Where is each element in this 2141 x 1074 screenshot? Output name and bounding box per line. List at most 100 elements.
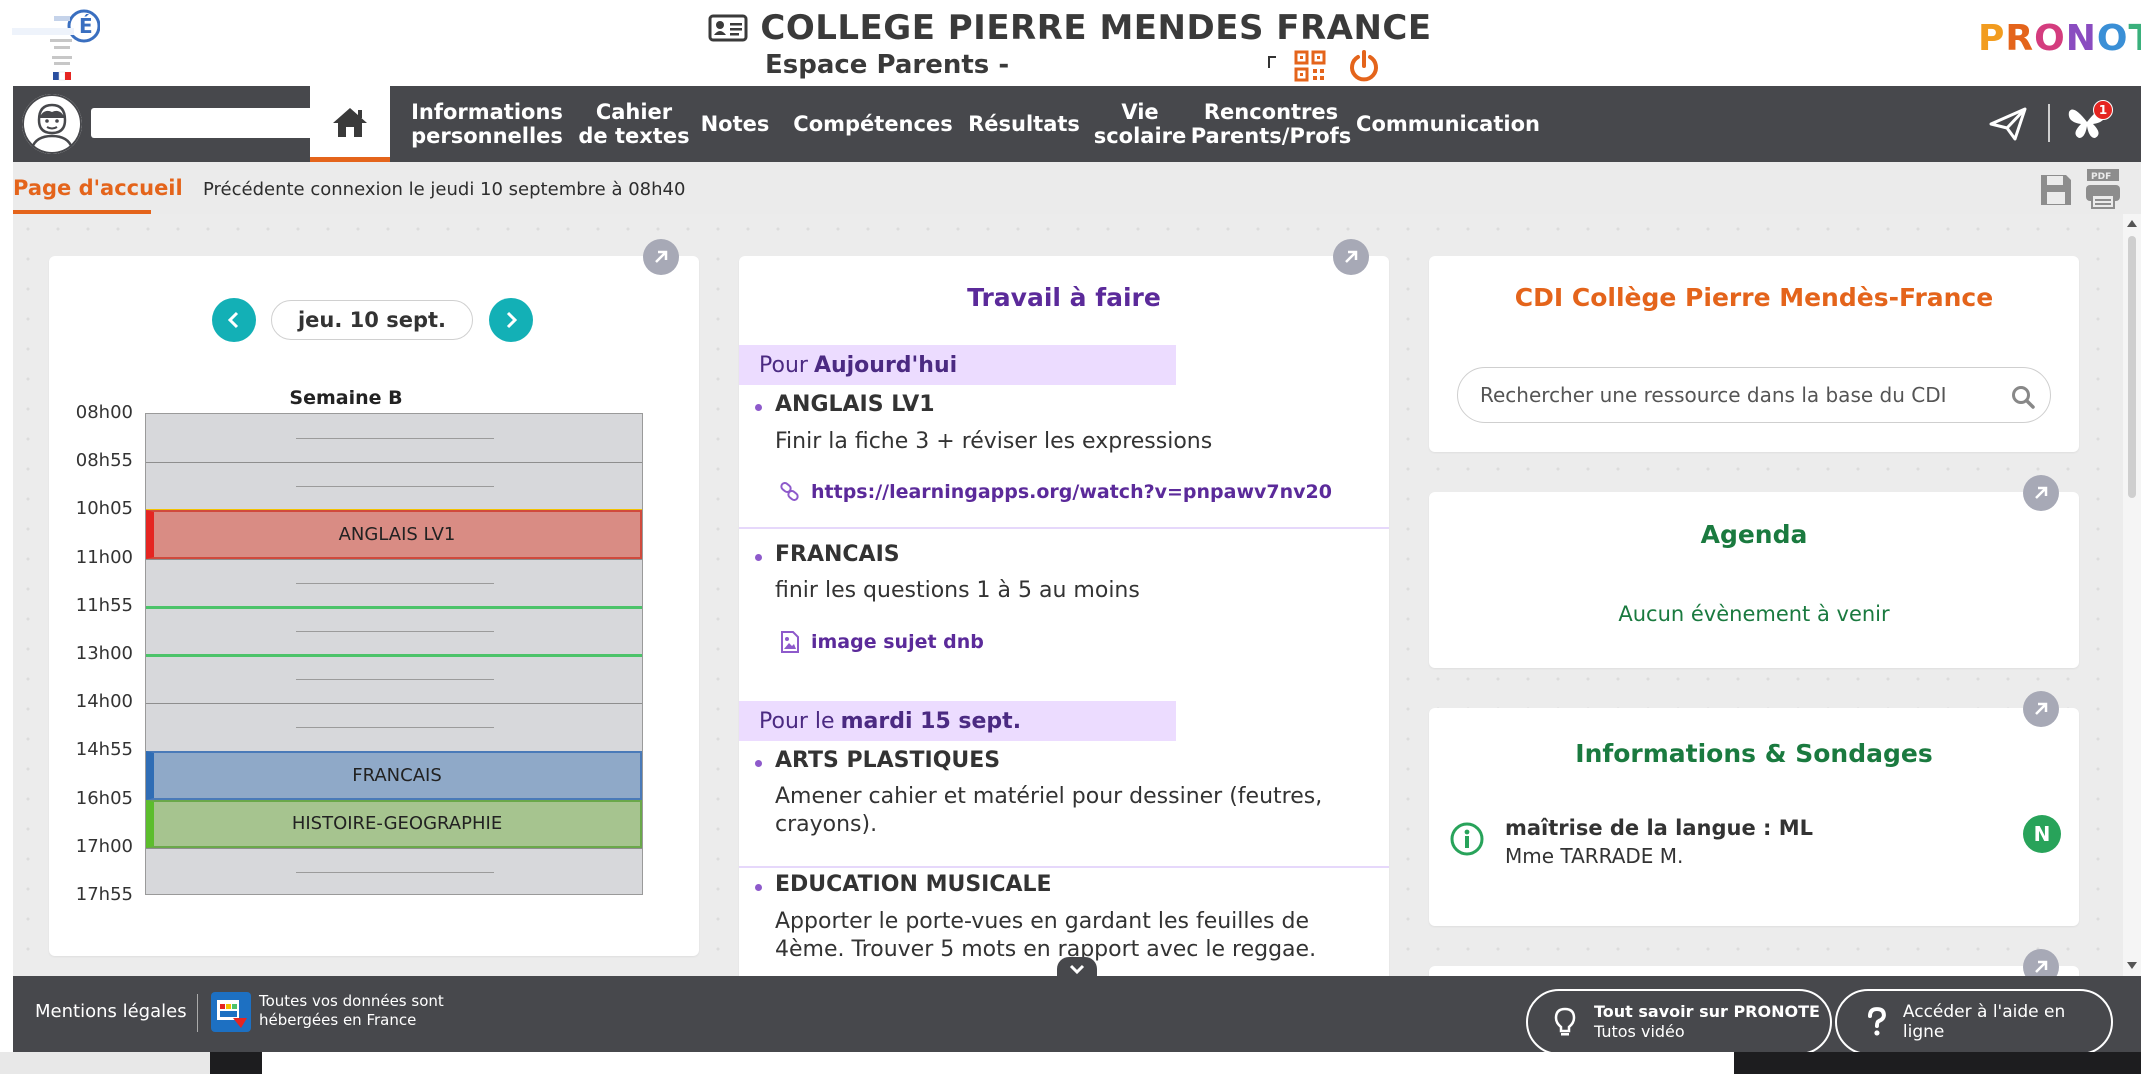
bottom-strip-left	[0, 1052, 210, 1074]
cdi-title: CDI Collège Pierre Mendès-France	[1514, 283, 1994, 312]
timetable-card: jeu. 10 sept. Semaine B 08h00 08h55 10h05 1…	[49, 256, 699, 956]
day-header-prefix: Pour	[759, 352, 808, 378]
time-label: 13h00	[75, 643, 133, 664]
homework-attachment[interactable]: image sujet dnb	[779, 630, 984, 654]
notifications-button[interactable]: 1	[2067, 100, 2113, 144]
expand-agenda-button[interactable]	[2023, 475, 2059, 511]
time-label: 16h05	[75, 787, 133, 809]
image-file-icon	[781, 631, 799, 653]
expand-timetable-button[interactable]	[643, 239, 679, 275]
page-scrollbar[interactable]	[2123, 214, 2141, 976]
scroll-up-arrow-icon[interactable]	[2127, 220, 2137, 227]
timetable-grid: ANGLAIS LV1 FRANCAIS HISTOIRE-GEOGRAPHIE	[145, 413, 643, 895]
logout-power-icon[interactable]	[1348, 49, 1380, 83]
homework-link[interactable]: https://learningapps.org/watch?v=pnpawv7…	[779, 481, 1332, 503]
space-row: Espace Parents -	[760, 48, 1400, 84]
nav-cahier-de-textes[interactable]: Cahier de textes	[576, 86, 692, 162]
search-icon[interactable]	[2010, 384, 2036, 410]
user-avatar-icon	[22, 94, 82, 154]
save-icon[interactable]	[2038, 172, 2074, 208]
bottom-strip-center	[262, 1052, 1734, 1074]
info-title: Informations & Sondages	[1575, 739, 1933, 768]
day-header-today: Pour Aujourd'hui	[739, 345, 1176, 385]
info-subject[interactable]: maîtrise de la langue : ML	[1505, 816, 1813, 840]
send-message-icon[interactable]	[1988, 106, 2028, 142]
homework-subject: ARTS PLASTIQUES	[775, 748, 1001, 773]
nav-divider	[2048, 104, 2050, 142]
chevron-down-icon	[1069, 964, 1085, 975]
bullet-icon	[755, 760, 762, 767]
arrow-up-right-icon	[2035, 702, 2048, 715]
course-block[interactable]: HISTOIRE-GEOGRAPHIE	[146, 799, 642, 848]
hour-line	[146, 462, 642, 464]
course-block[interactable]: FRANCAIS	[146, 751, 642, 800]
nav-resultats[interactable]: Résultats	[956, 86, 1092, 162]
homework-link-text[interactable]: https://learningapps.org/watch?v=pnpawv7…	[811, 481, 1332, 503]
nav-communication[interactable]: Communication	[1355, 86, 1541, 162]
time-label: 17h55	[75, 884, 133, 905]
id-card-icon	[708, 14, 748, 42]
arrow-up-right-icon	[1345, 250, 1358, 263]
homework-text: Apporter le porte-vues en gardant les fe…	[775, 909, 1317, 962]
sub-header: Page d'accueil Précédente connexion le j…	[13, 162, 2141, 214]
course-block[interactable]: ANGLAIS LV1	[146, 510, 642, 559]
day-header-day: Aujourd'hui	[813, 352, 958, 378]
space-label: Espace Parents -	[765, 50, 1010, 80]
nav-notes[interactable]: Notes	[694, 86, 776, 162]
day-header-day: mardi 15 sept.	[840, 708, 1022, 734]
homework-text: Amener cahier et matériel pour dessiner …	[775, 784, 1323, 837]
next-day-button[interactable]	[489, 298, 533, 342]
homework-attachment-text[interactable]: image sujet dnb	[811, 631, 984, 653]
collapse-footer-button[interactable]	[1057, 957, 1097, 981]
hour-line	[146, 847, 642, 849]
time-label: 14h00	[75, 691, 133, 713]
time-label: 14h55	[75, 739, 133, 761]
scrollbar-thumb[interactable]	[2128, 236, 2136, 498]
time-label: 08h55	[75, 450, 133, 472]
bullet-icon	[755, 884, 762, 891]
info-icon	[1450, 822, 1484, 856]
half-hour-line	[296, 630, 494, 632]
top-header: É COLLEGE PIERRE MENDES FRANCE Espace Pa…	[0, 0, 2141, 86]
school-logo: É	[10, 6, 101, 84]
time-label: 11h55	[75, 594, 133, 616]
bullet-icon	[755, 404, 762, 411]
slot-marker-line	[146, 605, 642, 609]
avatar[interactable]	[22, 94, 82, 154]
cdi-search-input[interactable]: Rechercher une ressource dans la base du…	[1457, 367, 2051, 423]
help-button[interactable]: Accéder à l'aide en ligne	[1835, 989, 2113, 1055]
next-card	[1429, 966, 2079, 976]
course-name: FRANCAIS	[352, 764, 442, 786]
scroll-down-arrow-icon[interactable]	[2127, 962, 2137, 969]
print-pdf-icon[interactable]: PDF	[2083, 168, 2123, 210]
nav-competences[interactable]: Compétences	[778, 86, 968, 162]
last-login-text: Précédente connexion le jeudi 10 septemb…	[203, 179, 686, 200]
expand-next-card-button[interactable]	[2023, 949, 2059, 976]
tutos-button[interactable]: Tout savoir sur PRONOTE Tutos vidéo	[1526, 989, 1832, 1055]
nav-rencontres-parents-profs[interactable]: Rencontres Parents/Profs	[1187, 86, 1355, 162]
lightbulb-icon	[1554, 1007, 1576, 1036]
homework-subject: ANGLAIS LV1	[775, 392, 935, 417]
tutos-subtitle: Tutos vidéo	[1594, 1022, 1685, 1041]
nav-home[interactable]	[310, 86, 390, 162]
tick-mark-icon	[1268, 56, 1276, 68]
tutos-title: Tout savoir sur PRONOTE	[1594, 1002, 1820, 1021]
nav-vie-scolaire[interactable]: Vie scolaire	[1093, 86, 1187, 162]
qr-code-icon[interactable]	[1294, 50, 1326, 82]
svg-text:É: É	[79, 14, 93, 38]
main-content: jeu. 10 sept. Semaine B 08h00 08h55 10h05 1…	[13, 214, 2123, 976]
hour-line	[146, 703, 642, 705]
school-title-text: COLLEGE PIERRE MENDES FRANCE	[760, 8, 1432, 48]
hour-line	[146, 558, 642, 560]
expand-homework-button[interactable]	[1333, 239, 1369, 275]
previous-day-button[interactable]	[212, 298, 256, 342]
new-badge: N	[2023, 815, 2061, 853]
day-header-tuesday: Pour le mardi 15 sept.	[739, 701, 1176, 741]
tab-page-accueil[interactable]: Page d'accueil	[13, 162, 183, 214]
homework-title: Travail à faire	[967, 283, 1161, 312]
expand-info-button[interactable]	[2023, 691, 2059, 727]
current-date-label[interactable]: jeu. 10 sept.	[271, 300, 473, 340]
nav-informations-personnelles[interactable]: Informations personnelles	[397, 86, 577, 162]
question-mark-icon	[1867, 1007, 1886, 1036]
legal-mentions-link[interactable]: Mentions légales	[35, 1001, 187, 1022]
